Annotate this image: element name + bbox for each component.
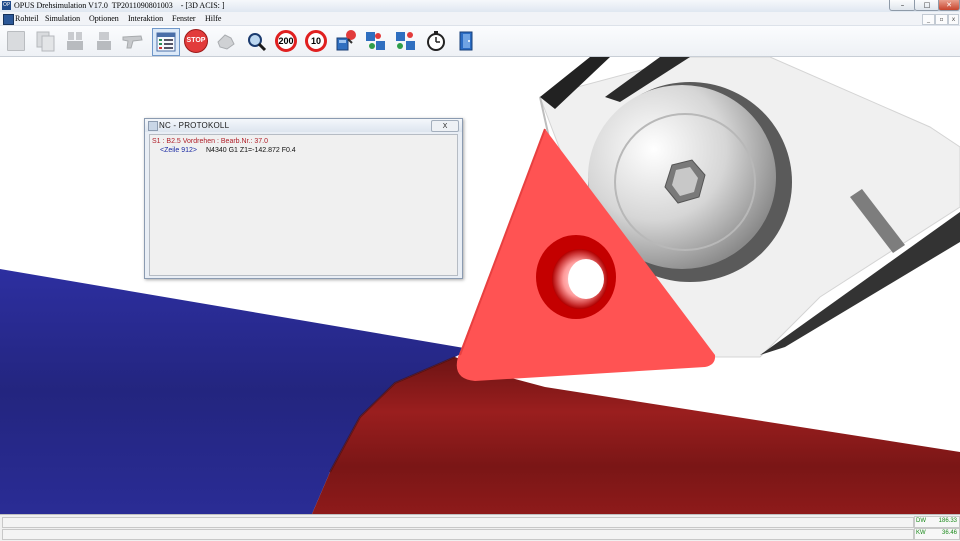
dw-label: DW bbox=[916, 518, 926, 524]
stopwatch-button[interactable] bbox=[423, 28, 449, 54]
nc-code-line: N4340 G1 Z1=-142.872 F0.4 bbox=[206, 147, 296, 154]
document-icon[interactable] bbox=[3, 14, 14, 25]
exit-door-icon bbox=[459, 31, 473, 51]
tool-change-button[interactable] bbox=[333, 28, 359, 54]
workpiece-body bbox=[312, 357, 960, 514]
stop-button[interactable]: STOP bbox=[183, 28, 209, 54]
close-button[interactable]: ✕ bbox=[938, 0, 960, 11]
magnifier-button[interactable] bbox=[243, 28, 269, 54]
part-single-icon bbox=[97, 32, 111, 50]
status-message-panel bbox=[2, 517, 914, 528]
status-message-panel bbox=[2, 529, 914, 540]
menu-hilfe[interactable]: Hilfe bbox=[205, 12, 221, 25]
window-icon bbox=[148, 121, 158, 131]
maximize-button[interactable]: □ bbox=[914, 0, 940, 11]
hand-tool-button[interactable] bbox=[213, 28, 239, 54]
tool-compare-icon bbox=[366, 32, 385, 50]
menu-interaktion[interactable]: Interaktion bbox=[128, 12, 163, 25]
speed-limit-icon: 10 bbox=[305, 30, 327, 52]
nc-protocol-window[interactable]: NC - PROTOKOLL X S1 : B2.5 Vordrehen : B… bbox=[144, 118, 463, 279]
magnifier-icon bbox=[248, 33, 267, 52]
minimize-button[interactable]: – bbox=[889, 0, 916, 11]
mdi-minimize-button[interactable]: _ bbox=[922, 14, 935, 25]
new-document-icon bbox=[7, 31, 25, 51]
hand-tool-icon bbox=[217, 34, 235, 50]
tool-swap-icon bbox=[396, 32, 415, 50]
nc-list-button[interactable] bbox=[152, 28, 180, 56]
nc-protocol-close-button[interactable]: X bbox=[431, 120, 459, 132]
dw-value: 186.33 bbox=[938, 518, 957, 524]
kw-label: KW bbox=[916, 530, 926, 536]
copy-document-button[interactable] bbox=[32, 28, 58, 54]
stopwatch-icon bbox=[427, 31, 445, 51]
tool-swap-button[interactable] bbox=[393, 28, 419, 54]
tool-change-icon bbox=[336, 30, 356, 51]
mdi-close-button[interactable]: x bbox=[948, 14, 959, 25]
kw-value: 36.46 bbox=[941, 530, 957, 536]
menu-rohteil[interactable]: Rohteil bbox=[15, 12, 39, 25]
speed-200-button[interactable]: 200 bbox=[273, 28, 299, 54]
nc-protocol-title: NC - PROTOKOLL bbox=[159, 121, 230, 130]
speed-10-button[interactable]: 10 bbox=[303, 28, 329, 54]
app-icon: OP bbox=[2, 1, 11, 10]
speed-limit-icon: 200 bbox=[275, 30, 297, 52]
mdi-restore-button[interactable]: ▫ bbox=[935, 14, 948, 25]
new-document-button[interactable] bbox=[3, 28, 29, 54]
exit-button[interactable] bbox=[453, 28, 479, 54]
nc-line-reference: <Zeile 912> bbox=[160, 147, 197, 154]
nc-operation-line: S1 : B2.5 Vordrehen : Bearb.Nr.: 37.0 bbox=[152, 138, 268, 145]
part-single-button[interactable] bbox=[91, 28, 117, 54]
window-title: OPUS Drehsimulation V17.0 TP201109080100… bbox=[14, 1, 225, 10]
part-stack-icon bbox=[67, 32, 83, 50]
tool-compare-button[interactable] bbox=[363, 28, 389, 54]
menu-simulation[interactable]: Simulation bbox=[45, 12, 80, 25]
part-stack-button[interactable] bbox=[62, 28, 88, 54]
menu-fenster[interactable]: Fenster bbox=[172, 12, 196, 25]
stop-icon: STOP bbox=[184, 29, 208, 53]
nc-protocol-content[interactable]: S1 : B2.5 Vordrehen : Bearb.Nr.: 37.0 <Z… bbox=[149, 134, 458, 276]
nc-list-icon bbox=[156, 32, 176, 52]
pistol-icon bbox=[122, 35, 143, 49]
menu-optionen[interactable]: Optionen bbox=[89, 12, 119, 25]
copy-document-icon bbox=[36, 31, 55, 52]
pistol-button[interactable] bbox=[120, 28, 146, 54]
